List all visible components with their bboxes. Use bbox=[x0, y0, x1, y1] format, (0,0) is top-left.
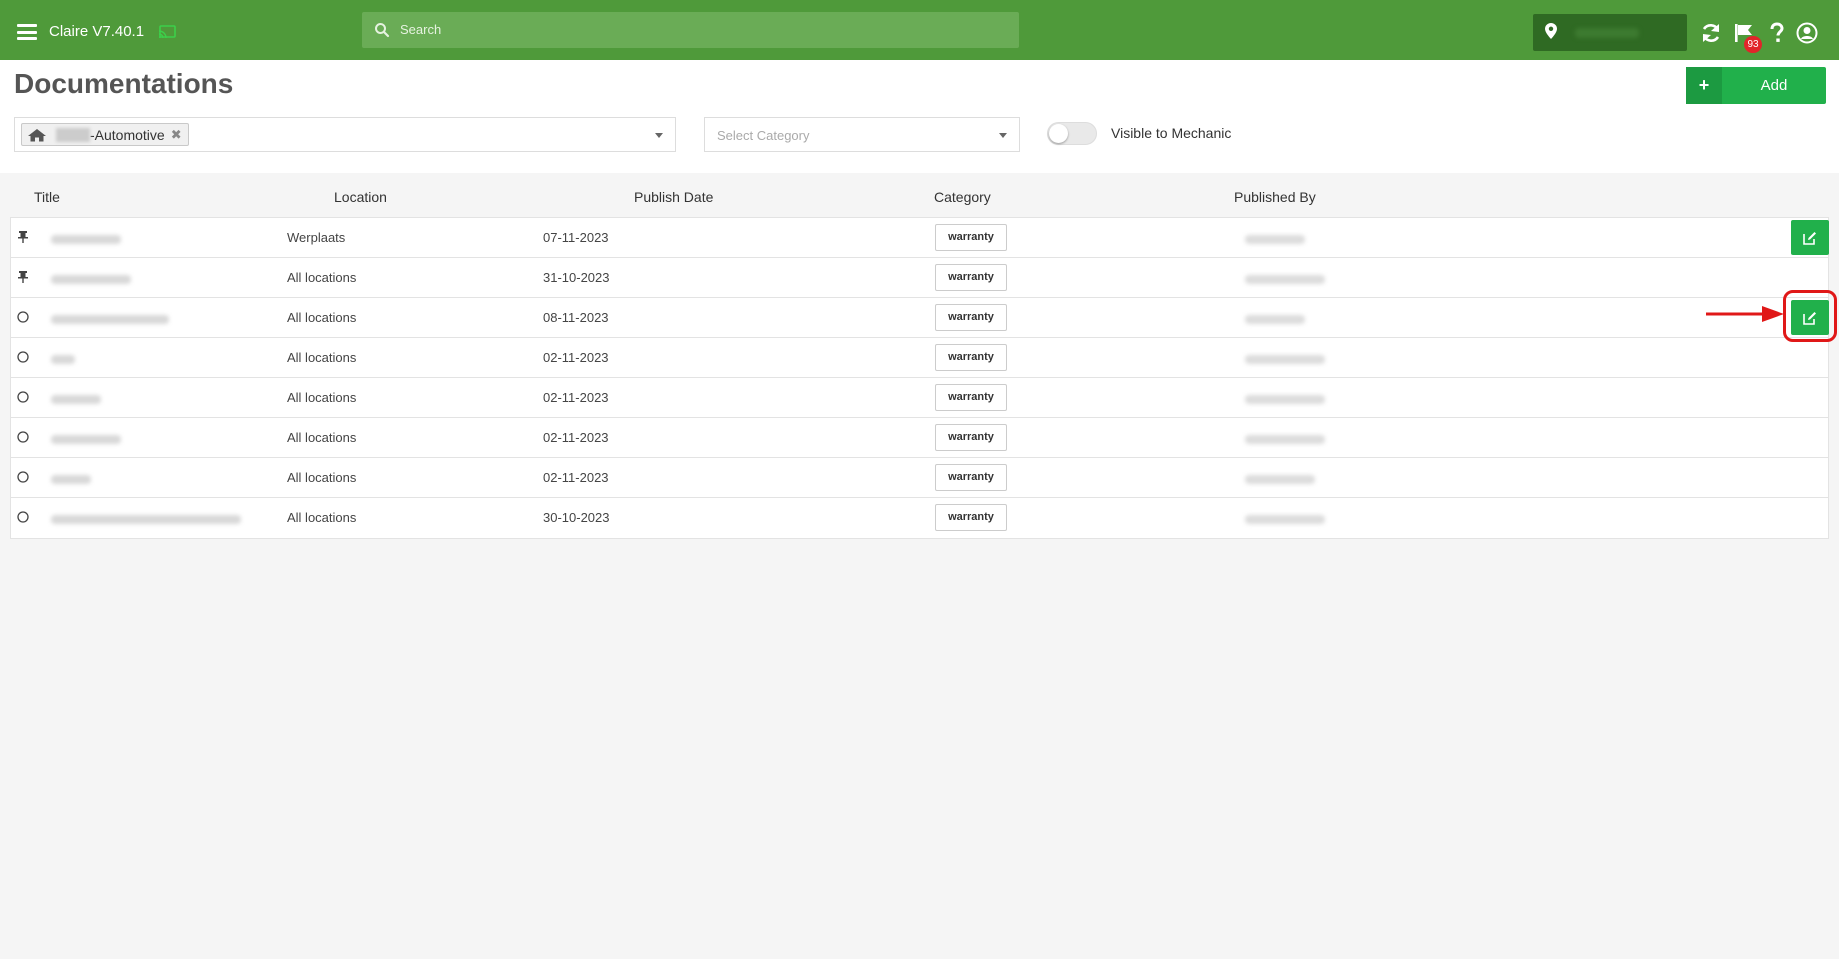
app-title: Claire V7.40.1 bbox=[49, 23, 145, 40]
top-bar: Claire V7.40.1 Search 93 bbox=[0, 0, 1839, 60]
row-publish-date: 02-11-2023 bbox=[543, 470, 609, 485]
edit-button[interactable] bbox=[1791, 220, 1829, 255]
row-location: All locations bbox=[287, 510, 357, 525]
title-redacted[interactable] bbox=[39, 460, 263, 496]
location-name-redacted bbox=[1575, 28, 1639, 38]
circle-icon[interactable] bbox=[17, 471, 29, 483]
published-by-redacted bbox=[1231, 420, 1391, 456]
table-row[interactable]: Werplaats 07-11-2023 warranty bbox=[11, 218, 1829, 258]
circle-icon[interactable] bbox=[17, 351, 29, 363]
circle-icon[interactable] bbox=[17, 311, 29, 323]
row-publish-date: 07-11-2023 bbox=[543, 230, 609, 245]
row-location: All locations bbox=[287, 350, 357, 365]
row-location: All locations bbox=[287, 270, 357, 285]
pin-icon[interactable] bbox=[17, 231, 29, 243]
published-by-redacted bbox=[1231, 380, 1391, 416]
category-badge: warranty bbox=[935, 464, 1007, 491]
annotation-arrow bbox=[1706, 306, 1784, 322]
row-location: All locations bbox=[287, 430, 357, 445]
location-chip: -Automotive ✖ bbox=[21, 123, 189, 146]
table-row[interactable]: All locations 02-11-2023 warranty bbox=[11, 378, 1828, 418]
chevron-down-icon bbox=[655, 133, 663, 138]
category-badge: warranty bbox=[935, 384, 1007, 411]
annotation-highlight bbox=[1783, 290, 1837, 342]
plus-icon: + bbox=[1686, 67, 1722, 104]
chevron-down-icon bbox=[999, 133, 1007, 138]
page-title: Documentations bbox=[14, 68, 234, 99]
category-badge: warranty bbox=[935, 344, 1007, 371]
location-chip-redacted bbox=[56, 127, 90, 142]
column-header-publish-date[interactable]: Publish Date bbox=[634, 189, 713, 205]
published-by-redacted bbox=[1231, 220, 1391, 256]
category-badge: warranty bbox=[935, 504, 1007, 531]
row-publish-date: 30-10-2023 bbox=[543, 510, 610, 525]
published-by-redacted bbox=[1231, 300, 1391, 336]
title-redacted[interactable] bbox=[39, 260, 263, 296]
row-publish-date: 02-11-2023 bbox=[543, 430, 609, 445]
row-location: All locations bbox=[287, 390, 357, 405]
cast-icon[interactable] bbox=[158, 25, 176, 39]
title-redacted[interactable] bbox=[39, 380, 263, 416]
location-filter-select[interactable]: -Automotive ✖ bbox=[14, 117, 676, 152]
location-chip-label: -Automotive bbox=[90, 126, 165, 143]
category-badge: warranty bbox=[935, 224, 1007, 251]
visible-to-mechanic-toggle[interactable] bbox=[1047, 122, 1097, 145]
documentation-table: Werplaats 07-11-2023 warranty All locations… bbox=[10, 217, 1829, 539]
table-row[interactable]: All locations 30-10-2023 warranty bbox=[11, 498, 1828, 538]
table-row[interactable]: All locations 02-11-2023 warranty bbox=[11, 458, 1828, 498]
visible-to-mechanic-label: Visible to Mechanic bbox=[1111, 125, 1232, 141]
title-redacted[interactable] bbox=[39, 300, 263, 336]
circle-icon[interactable] bbox=[17, 431, 29, 443]
pin-icon[interactable] bbox=[17, 271, 29, 283]
edit-icon bbox=[1803, 231, 1816, 245]
table-row[interactable]: All locations 02-11-2023 warranty bbox=[11, 418, 1828, 458]
add-button[interactable]: + Add bbox=[1686, 67, 1826, 104]
toggle-knob bbox=[1049, 124, 1068, 143]
column-header-published-by[interactable]: Published By bbox=[1234, 189, 1316, 205]
row-publish-date: 02-11-2023 bbox=[543, 390, 609, 405]
category-placeholder: Select Category bbox=[717, 128, 810, 143]
published-by-redacted bbox=[1231, 500, 1391, 536]
column-header-location[interactable]: Location bbox=[334, 189, 387, 205]
row-publish-date: 08-11-2023 bbox=[543, 310, 609, 325]
row-publish-date: 02-11-2023 bbox=[543, 350, 609, 365]
location-selector[interactable] bbox=[1533, 14, 1687, 51]
help-icon[interactable] bbox=[1766, 22, 1788, 44]
title-redacted[interactable] bbox=[39, 340, 263, 376]
user-icon[interactable] bbox=[1796, 22, 1818, 44]
page-header: Documentations + Add -Automotive ✖ Selec… bbox=[0, 60, 1839, 173]
column-header-category[interactable]: Category bbox=[934, 189, 991, 205]
add-button-label: Add bbox=[1760, 77, 1788, 94]
title-redacted[interactable] bbox=[39, 500, 263, 536]
circle-icon[interactable] bbox=[17, 391, 29, 403]
search-input[interactable]: Search bbox=[400, 22, 441, 37]
home-icon bbox=[28, 128, 46, 141]
row-publish-date: 31-10-2023 bbox=[543, 270, 610, 285]
row-location: All locations bbox=[287, 310, 357, 325]
menu-icon[interactable] bbox=[17, 24, 37, 40]
notification-badge: 93 bbox=[1744, 36, 1762, 53]
table-row[interactable]: All locations 31-10-2023 warranty bbox=[11, 258, 1828, 298]
row-location: Werplaats bbox=[287, 230, 346, 245]
row-location: All locations bbox=[287, 470, 357, 485]
search-bar[interactable]: Search bbox=[362, 12, 1019, 48]
circle-icon[interactable] bbox=[17, 511, 29, 523]
table-row[interactable]: All locations 02-11-2023 warranty bbox=[11, 338, 1828, 378]
search-icon bbox=[375, 23, 390, 38]
table-row[interactable]: All locations 08-11-2023 warranty bbox=[11, 298, 1829, 338]
category-badge: warranty bbox=[935, 304, 1007, 331]
published-by-redacted bbox=[1231, 260, 1391, 296]
refresh-icon[interactable] bbox=[1700, 22, 1722, 44]
column-header-title[interactable]: Title bbox=[34, 189, 60, 205]
category-badge: warranty bbox=[935, 264, 1007, 291]
remove-chip-icon[interactable]: ✖ bbox=[171, 127, 182, 143]
title-redacted[interactable] bbox=[39, 420, 263, 456]
location-pin-icon bbox=[1545, 23, 1557, 39]
category-badge: warranty bbox=[935, 424, 1007, 451]
category-filter-select[interactable]: Select Category bbox=[704, 117, 1020, 152]
published-by-redacted bbox=[1231, 460, 1391, 496]
title-redacted[interactable] bbox=[39, 220, 263, 256]
published-by-redacted bbox=[1231, 340, 1391, 376]
table-header: Title Location Publish Date Category Pub… bbox=[10, 183, 1829, 217]
